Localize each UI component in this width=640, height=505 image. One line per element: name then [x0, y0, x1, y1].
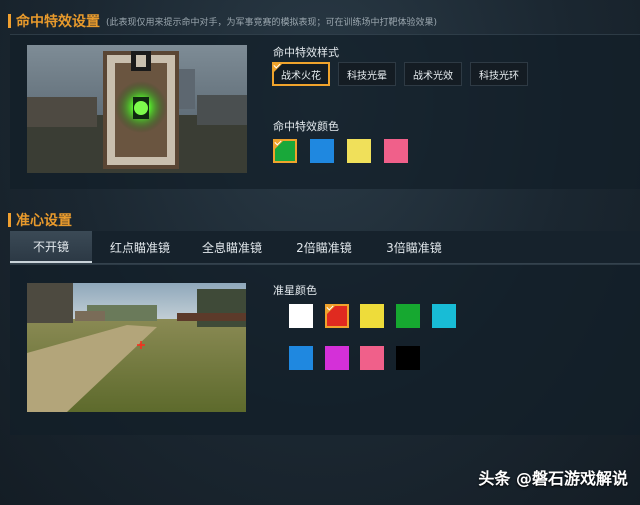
style-button-tactical-spark[interactable]: 战术火花 — [272, 62, 330, 86]
style-button-tech-ring[interactable]: 科技光环 — [470, 62, 528, 86]
crosshair-color-black[interactable] — [396, 346, 420, 370]
tab-holographic[interactable]: 全息瞄准镜 — [190, 231, 274, 263]
crosshair-color-label: 准星颜色 — [273, 284, 317, 297]
selected-check-icon — [325, 304, 337, 316]
style-button-label: 战术光效 — [413, 70, 453, 82]
crosshair-color-red[interactable] — [325, 304, 349, 328]
scope-tabs: 不开镜 红点瞄准镜 全息瞄准镜 2倍瞄准镜 3倍瞄准镜 — [10, 231, 640, 264]
crosshair-title: 准心设置 — [16, 213, 72, 229]
style-button-label: 科技光环 — [479, 70, 519, 82]
tab-label: 红点瞄准镜 — [109, 240, 170, 255]
crosshair-color-pink[interactable] — [360, 346, 384, 370]
crosshair-panel: 准星颜色 — [10, 264, 640, 435]
style-button-tech-halo[interactable]: 科技光晕 — [338, 62, 396, 86]
section-accent-bar — [8, 213, 11, 227]
crosshair-icon — [27, 283, 246, 412]
style-button-tactical-glow[interactable]: 战术光效 — [404, 62, 462, 86]
tab-label: 全息瞄准镜 — [201, 240, 262, 255]
crosshair-color-green[interactable] — [396, 304, 420, 328]
hit-effect-preview — [27, 45, 247, 173]
hit-effect-color-label: 命中特效颜色 — [273, 120, 339, 133]
crosshair-color-blue[interactable] — [289, 346, 313, 370]
tab-no-scope[interactable]: 不开镜 — [10, 231, 92, 263]
style-button-label: 科技光晕 — [347, 70, 387, 82]
tab-label: 2倍瞄准镜 — [296, 240, 352, 255]
crosshair-preview — [27, 283, 246, 412]
hit-effect-note: (此表现仅用来提示命中对手，为军事竞赛的模拟表现；可在训练场中打靶体验效果) — [106, 17, 438, 28]
crosshair-color-yellow[interactable] — [360, 304, 384, 328]
selected-check-icon — [273, 139, 285, 151]
crosshair-color-cyan[interactable] — [432, 304, 456, 328]
crosshair-color-white[interactable] — [289, 304, 313, 328]
target-board-icon — [27, 45, 247, 173]
hit-effect-title: 命中特效设置 — [16, 14, 100, 30]
hit-color-green[interactable] — [273, 139, 297, 163]
hit-color-blue[interactable] — [310, 139, 334, 163]
tab-3x-scope[interactable]: 3倍瞄准镜 — [372, 231, 456, 263]
hit-effect-section-title: 命中特效设置 (此表现仅用来提示命中对手，为军事竞赛的模拟表现；可在训练场中打靶… — [8, 10, 437, 32]
hit-color-pink[interactable] — [384, 139, 408, 163]
style-button-label: 战术火花 — [281, 70, 321, 82]
tab-label: 3倍瞄准镜 — [386, 240, 442, 255]
tab-label: 不开镜 — [32, 239, 69, 254]
hit-color-yellow[interactable] — [347, 139, 371, 163]
tab-2x-scope[interactable]: 2倍瞄准镜 — [282, 231, 366, 263]
crosshair-section-title: 准心设置 — [8, 209, 72, 231]
crosshair-color-magenta[interactable] — [325, 346, 349, 370]
watermark-text: 头条 @磐石游戏解说 — [478, 469, 628, 488]
tab-red-dot[interactable]: 红点瞄准镜 — [98, 231, 182, 263]
selected-check-icon — [272, 62, 284, 74]
section-accent-bar — [8, 14, 11, 28]
hit-effect-panel: 命中特效样式 战术火花 科技光晕 战术光效 科技光环 命中特效颜色 — [10, 34, 640, 189]
hit-effect-style-label: 命中特效样式 — [273, 46, 339, 59]
